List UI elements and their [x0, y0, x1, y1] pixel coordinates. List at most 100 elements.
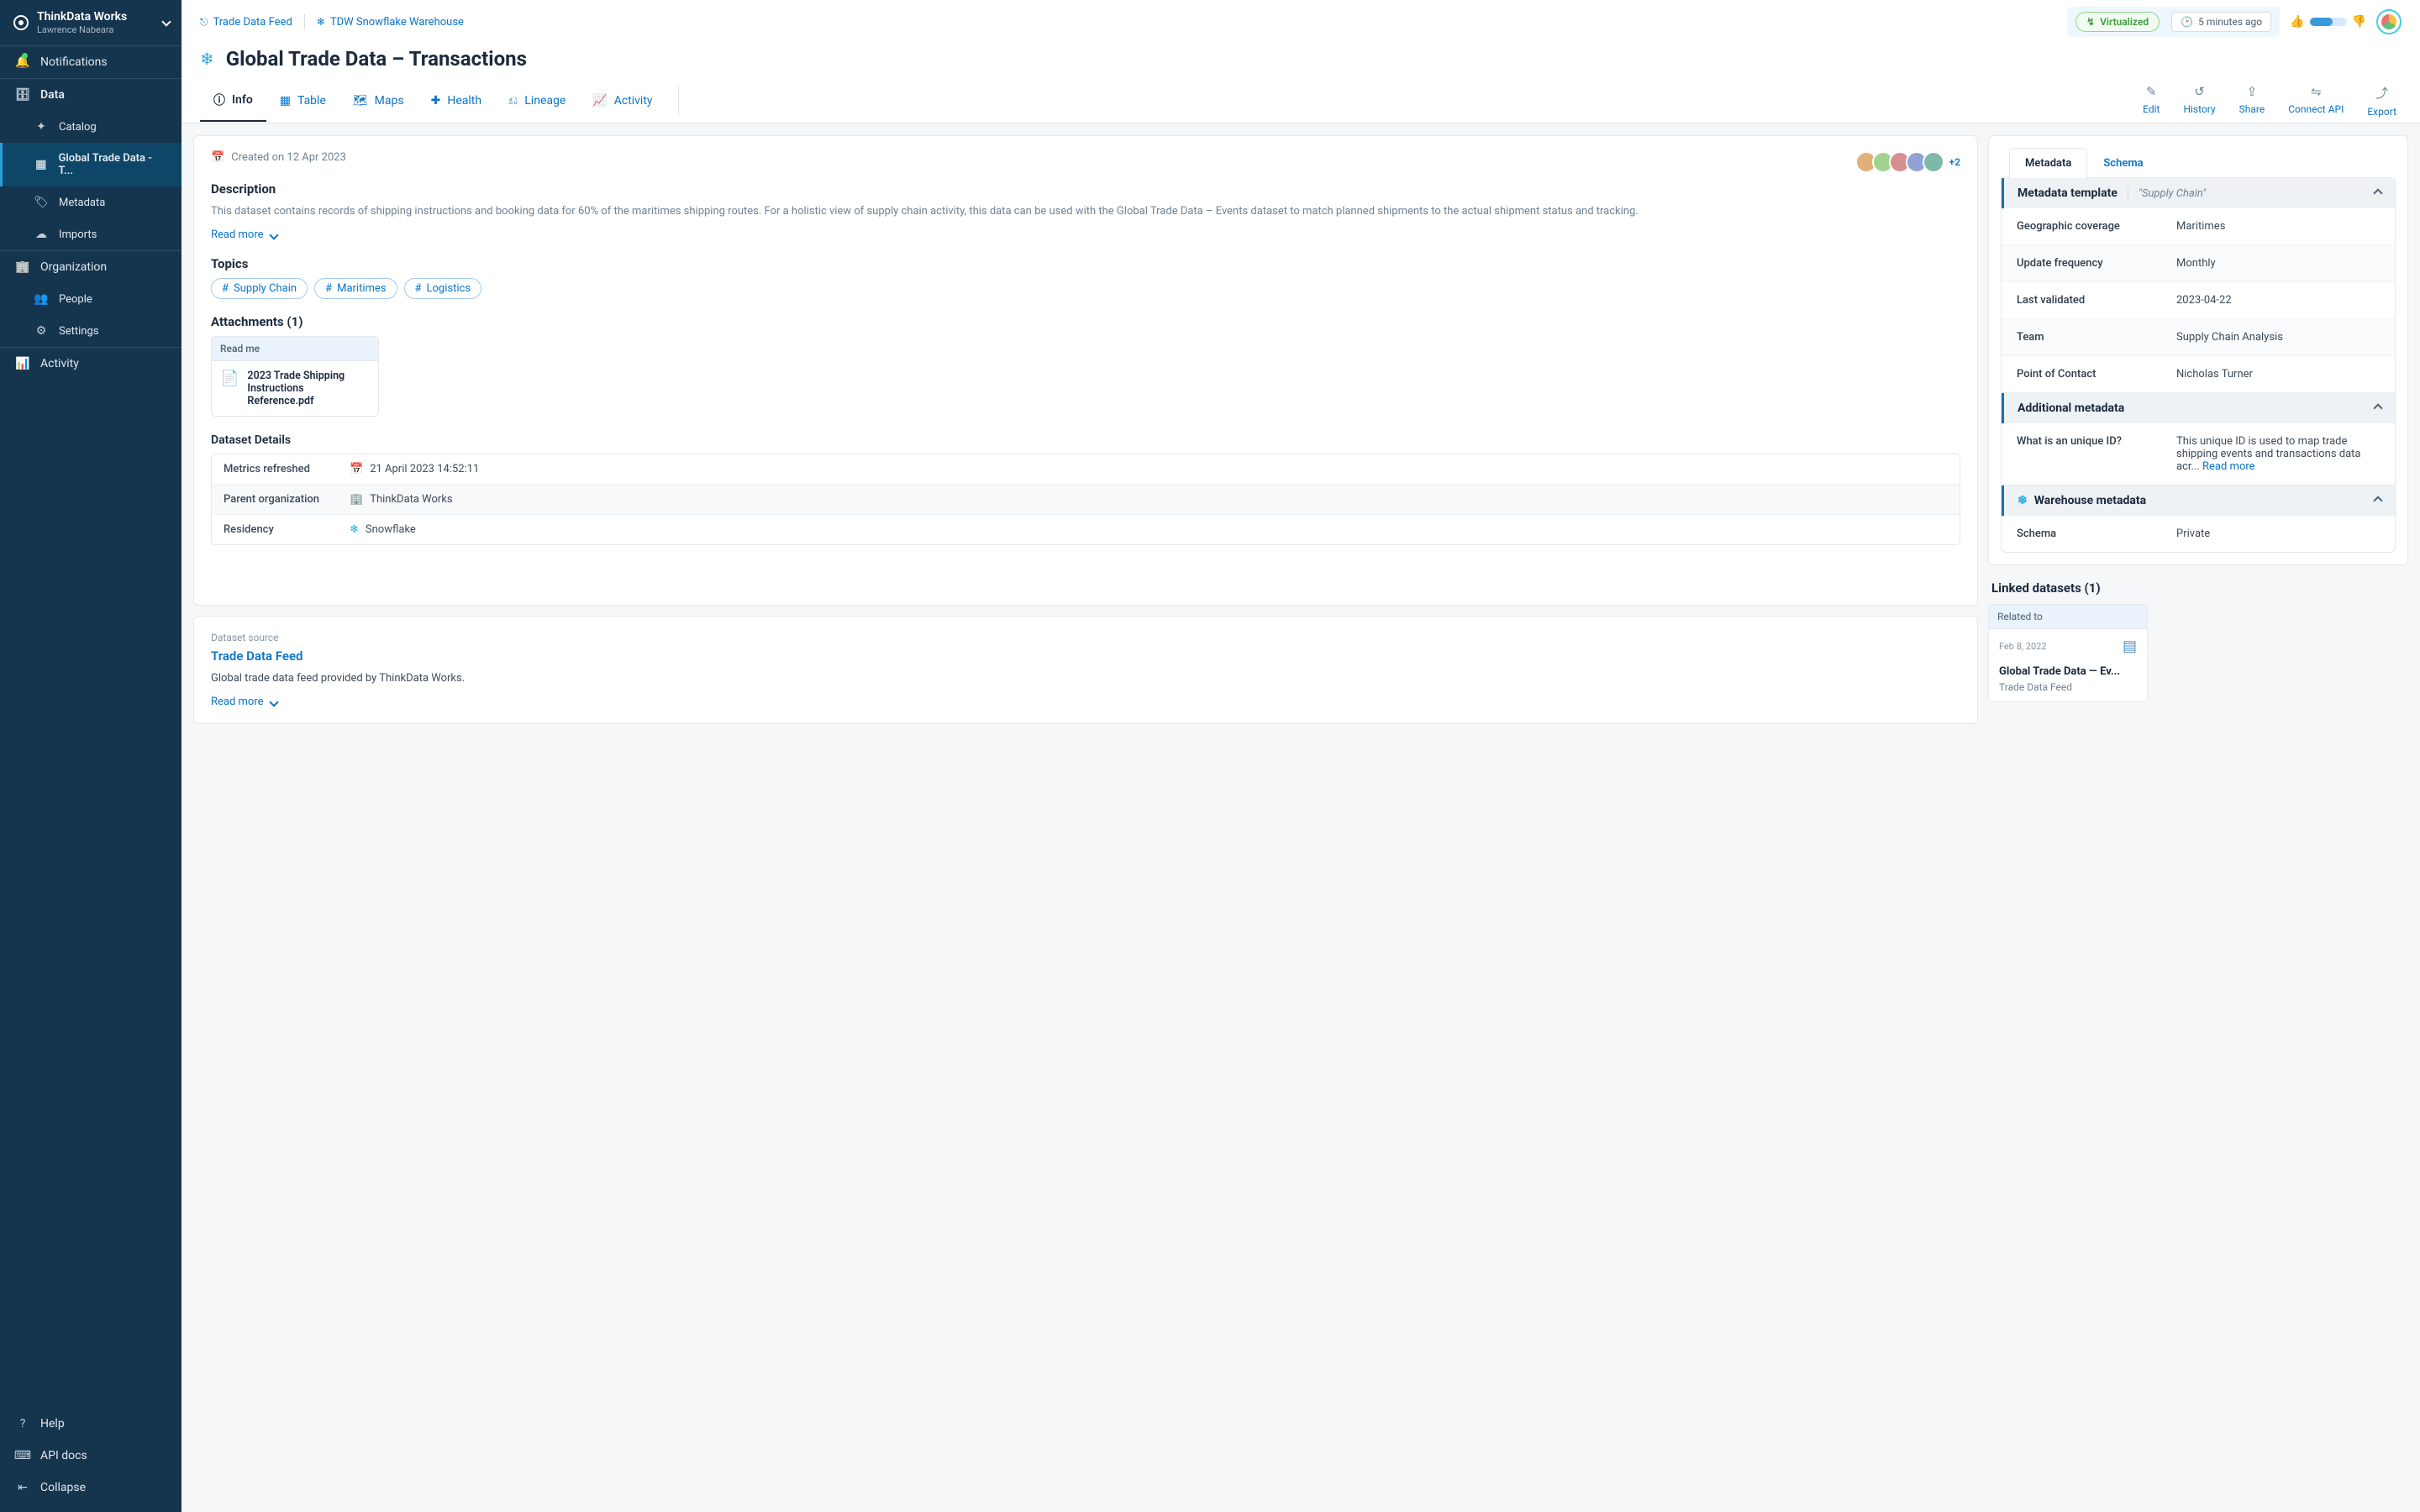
- virtualization-status: ↯Virtualized 🕑5 minutes ago: [2067, 7, 2280, 37]
- table-row: Metrics refreshed 📅21 April 2023 14:52:1…: [212, 454, 1960, 485]
- sidebar-item-notifications[interactable]: 🔔 Notifications: [0, 46, 182, 78]
- section-title: Metadata template: [2018, 186, 2118, 200]
- sidebar-item-organization[interactable]: 🏢 Organization: [0, 251, 182, 283]
- breadcrumb-warehouse[interactable]: ❄TDW Snowflake Warehouse: [317, 16, 464, 29]
- chevron-down-icon: [163, 15, 170, 29]
- topic-chip[interactable]: # Maritimes: [314, 278, 397, 299]
- sidebar-label: Imports: [59, 228, 97, 241]
- tab-label: Activity: [614, 94, 653, 108]
- sidebar-label: Collapse: [40, 1481, 86, 1494]
- topic-chip[interactable]: #Supply Chain: [211, 278, 308, 299]
- tab-label: Table: [297, 94, 326, 108]
- read-more-link[interactable]: Read more: [2202, 460, 2255, 473]
- sidebar-label: Metadata: [59, 197, 105, 209]
- tab-health[interactable]: ✚Health: [418, 82, 495, 119]
- meta-value: Maritimes: [2176, 220, 2225, 233]
- health-icon: ✚: [431, 94, 441, 108]
- refresh-time-chip: 🕑5 minutes ago: [2171, 12, 2271, 32]
- sidebar-item-settings[interactable]: ⚙ Settings: [0, 315, 182, 347]
- action-label: Share: [2239, 103, 2265, 115]
- map-icon: 🗺: [353, 94, 368, 108]
- topbar: ⎋Trade Data Feed ❄TDW Snowflake Warehous…: [182, 0, 2420, 44]
- action-label: Export: [2367, 106, 2396, 118]
- section-header[interactable]: ❄ Warehouse metadata: [2002, 486, 2395, 516]
- sidebar-item-activity[interactable]: 📊 Activity: [0, 348, 182, 380]
- cli-icon: ⌨: [15, 1449, 30, 1462]
- user-avatar[interactable]: [2376, 9, 2402, 34]
- sidebar-item-metadata[interactable]: 🏷 Metadata: [0, 186, 182, 218]
- table-row: Geographic coverageMaritimes: [2002, 208, 2395, 245]
- sidebar-item-people[interactable]: 👥 People: [0, 283, 182, 315]
- snowflake-icon: ❄: [200, 49, 214, 69]
- workspace-switcher[interactable]: ThinkData Works Lawrence Nabeara: [0, 0, 182, 45]
- topic-chip[interactable]: #Logistics: [404, 278, 482, 299]
- linked-dataset-card[interactable]: Related to Feb 8, 2022▤ Global Trade Dat…: [1988, 604, 2148, 702]
- history-button[interactable]: ↺ History: [2183, 79, 2215, 123]
- history-icon: ↺: [2194, 84, 2205, 99]
- sidebar-item-current-dataset[interactable]: ▦ Global Trade Data - T...: [0, 143, 182, 186]
- table-icon: ▦: [280, 94, 291, 108]
- table-row: Point of ContactNicholas Turner: [2002, 356, 2395, 392]
- section-title: Warehouse metadata: [2034, 494, 2146, 507]
- sidebar-label: Global Trade Data - T...: [59, 152, 166, 177]
- chevron-up-icon: [2375, 402, 2381, 415]
- calendar-icon: 📅: [211, 151, 224, 164]
- linked-date: Feb 8, 2022: [1999, 641, 2047, 652]
- meta-value: This unique ID is used to map trade ship…: [2176, 435, 2380, 473]
- avatar-overflow[interactable]: +2: [1949, 156, 1960, 168]
- attachment-filename: 2023 Trade Shipping Instructions Referen…: [247, 370, 370, 407]
- section-header[interactable]: Metadata template "Supply Chain": [2002, 178, 2395, 208]
- help-icon: ?: [15, 1417, 30, 1431]
- meta-value: Nicholas Turner: [2176, 368, 2253, 381]
- chevron-up-icon: [2375, 186, 2381, 200]
- sidebar-item-catalog[interactable]: ✦ Catalog: [0, 111, 182, 143]
- source-read-more[interactable]: Read more: [211, 696, 1960, 708]
- action-label: History: [2183, 103, 2215, 115]
- table-row: Parent organization 🏢ThinkData Works: [212, 485, 1960, 515]
- sidebar-item-help[interactable]: ? Help: [0, 1408, 182, 1440]
- tab-table[interactable]: ▦ Table: [266, 82, 339, 119]
- section-header[interactable]: Additional metadata: [2002, 393, 2395, 423]
- chevron-down-icon: [269, 230, 278, 239]
- export-button[interactable]: ⤴Export: [2367, 79, 2396, 123]
- description-read-more[interactable]: Read more: [211, 228, 1960, 241]
- share-button[interactable]: ⇪Share: [2239, 79, 2265, 123]
- dataset-icon: ▤: [2123, 638, 2137, 655]
- chart-icon: 📊: [15, 357, 30, 370]
- collaborator-avatars[interactable]: +2: [1860, 151, 1960, 173]
- sidebar-item-collapse[interactable]: ⇤ Collapse: [0, 1472, 182, 1504]
- snowflake-icon: ❄: [350, 523, 359, 536]
- tab-maps[interactable]: 🗺Maps: [339, 82, 418, 119]
- metadata-template-section: Metadata template "Supply Chain" Geograp…: [2002, 178, 2395, 393]
- table-row: Last validated2023-04-22: [2002, 282, 2395, 319]
- hash-icon: #: [325, 282, 332, 295]
- catalog-icon: ✦: [34, 120, 49, 134]
- edit-button[interactable]: ✎Edit: [2143, 79, 2160, 123]
- topic-label: Maritimes: [337, 282, 386, 295]
- tab-info[interactable]: ⓘInfo: [200, 80, 266, 122]
- thumbs-down-icon[interactable]: 👎: [2352, 15, 2366, 29]
- section-subtitle: "Supply Chain": [2128, 187, 2206, 200]
- thumbs-up-icon[interactable]: 👍: [2290, 15, 2304, 29]
- tab-metadata[interactable]: Metadata: [2009, 148, 2087, 178]
- tab-schema[interactable]: Schema: [2087, 148, 2159, 178]
- sidebar-item-data[interactable]: 🗄 Data: [0, 79, 182, 111]
- topics-heading: Topics: [211, 256, 1960, 271]
- meta-value: Monthly: [2176, 257, 2216, 270]
- detail-value: ThinkData Works: [370, 493, 452, 506]
- source-link[interactable]: Trade Data Feed: [211, 648, 1960, 664]
- sidebar-item-api-docs[interactable]: ⌨ API docs: [0, 1440, 182, 1472]
- clock-icon: 🕑: [2181, 16, 2193, 28]
- attachment-label: Read me: [212, 337, 378, 361]
- sidebar-item-imports[interactable]: ☁ Imports: [0, 218, 182, 250]
- attachment-card[interactable]: Read me 📄 2023 Trade Shipping Instructio…: [211, 336, 379, 417]
- tab-activity[interactable]: 📈Activity: [579, 82, 666, 119]
- detail-value: Snowflake: [366, 523, 416, 536]
- connect-api-button[interactable]: ⇋Connect API: [2288, 79, 2344, 123]
- breadcrumb-label: Trade Data Feed: [213, 16, 292, 29]
- breadcrumb-feed[interactable]: ⎋Trade Data Feed: [200, 16, 292, 29]
- breadcrumb-label: TDW Snowflake Warehouse: [330, 16, 464, 29]
- source-label: Dataset source: [211, 632, 1960, 643]
- rating-widget[interactable]: 👍 👎: [2290, 15, 2366, 29]
- tab-lineage[interactable]: ⎌Lineage: [495, 82, 579, 119]
